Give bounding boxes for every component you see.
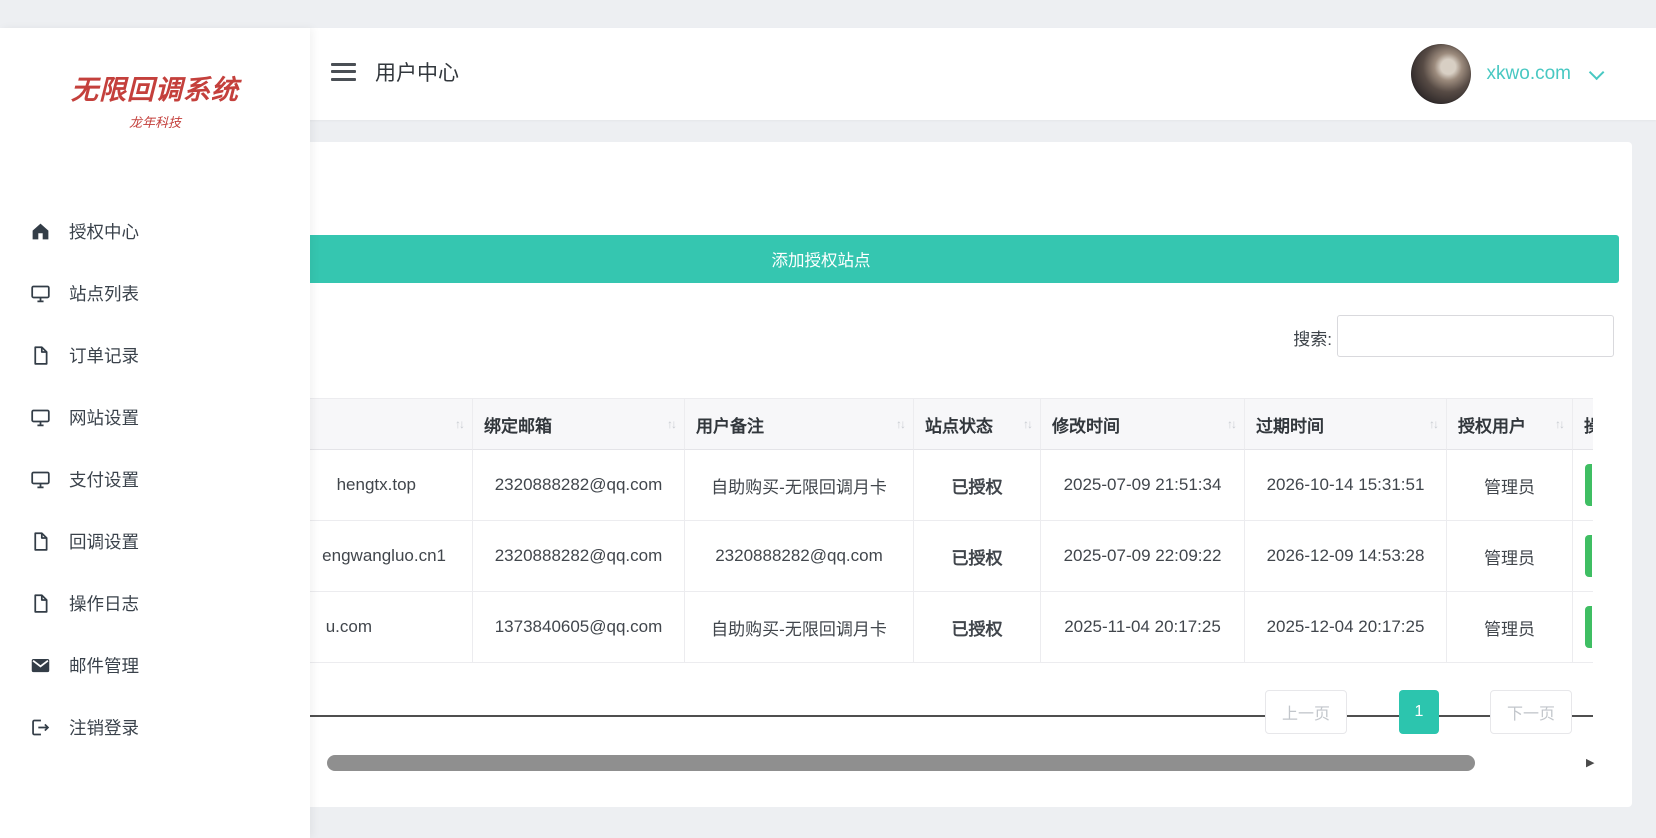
page-title: 用户中心 (375, 60, 459, 88)
file-icon (30, 531, 51, 552)
monitor-icon (30, 283, 51, 304)
cell-expire-time: 2025-12-04 20:17:25 (1245, 592, 1447, 663)
mail-icon (30, 655, 51, 676)
cell-expire-time: 2026-10-14 15:31:51 (1245, 450, 1447, 521)
sidebar-item-callback-settings[interactable]: 回调设置 (0, 510, 310, 572)
column-header-modified[interactable]: 修改时间 ↑↓ (1041, 399, 1245, 450)
status-badge: 已授权 (914, 592, 1041, 663)
sidebar-item-operation-log[interactable]: 操作日志 (0, 572, 310, 634)
prev-page-button[interactable]: 上一页 (1265, 690, 1347, 734)
sort-icon[interactable]: ↑↓ (667, 417, 675, 431)
chevron-down-icon (1589, 64, 1605, 80)
brand-subtitle: 龙年科技 (0, 112, 310, 131)
status-badge: 已授权 (914, 450, 1041, 521)
action-button-clipped[interactable] (1585, 606, 1592, 648)
status-badge: 已授权 (914, 521, 1041, 592)
cell-action (1573, 521, 1593, 592)
sidebar-item-mail-management[interactable]: 邮件管理 (0, 634, 310, 696)
hamburger-menu-icon[interactable] (331, 61, 357, 87)
cell-email: 2320888282@qq.com (473, 450, 685, 521)
cell-modified-time: 2025-11-04 20:17:25 (1041, 592, 1245, 663)
search-label: 搜索: (1222, 325, 1332, 350)
cell-note: 2320888282@qq.com (685, 521, 914, 592)
sidebar-item-order-log[interactable]: 订单记录 (0, 324, 310, 386)
scrollbar-right-arrow-icon[interactable]: ▶ (1586, 755, 1594, 771)
sort-icon[interactable]: ↑↓ (1429, 417, 1437, 431)
cell-auth-user: 管理员 (1447, 521, 1573, 592)
sort-icon[interactable]: ↑↓ (1227, 417, 1235, 431)
sidebar: 无限回调系统 龙年科技 授权中心 站点列表 订单记录 网站设置 (0, 28, 310, 838)
sidebar-item-logout[interactable]: 注销登录 (0, 696, 310, 758)
column-header-user[interactable]: 授权用户 ↑↓ (1447, 399, 1573, 450)
cell-modified-time: 2025-07-09 22:09:22 (1041, 521, 1245, 592)
cell-email: 2320888282@qq.com (473, 521, 685, 592)
cell-expire-time: 2026-12-09 14:53:28 (1245, 521, 1447, 592)
sidebar-menu: 授权中心 站点列表 订单记录 网站设置 支付设置 回调设置 (0, 200, 310, 758)
cell-note: 自助购买-无限回调月卡 (685, 592, 914, 663)
column-header-expire[interactable]: 过期时间 ↑↓ (1245, 399, 1447, 450)
home-icon (30, 221, 51, 242)
account-menu[interactable]: xkwo.com (1405, 40, 1606, 108)
brand-title: 无限回调系统 (0, 68, 310, 107)
file-icon (30, 345, 51, 366)
sidebar-item-auth-center[interactable]: 授权中心 (0, 200, 310, 262)
sidebar-item-site-list[interactable]: 站点列表 (0, 262, 310, 324)
sort-icon[interactable]: ↑↓ (1555, 417, 1563, 431)
account-name: xkwo.com (1487, 63, 1571, 85)
next-page-button[interactable]: 下一页 (1490, 690, 1572, 734)
cell-auth-user: 管理员 (1447, 450, 1573, 521)
search-input[interactable] (1337, 315, 1614, 357)
avatar[interactable] (1411, 44, 1471, 104)
cell-note: 自助购买-无限回调月卡 (685, 450, 914, 521)
column-header-email[interactable]: 绑定邮箱 ↑↓ (473, 399, 685, 450)
column-header-note[interactable]: 用户备注 ↑↓ (685, 399, 914, 450)
sort-icon[interactable]: ↑↓ (455, 417, 463, 431)
scrollbar-thumb[interactable] (327, 755, 1475, 771)
monitor-icon (30, 469, 51, 490)
file-icon (30, 593, 51, 614)
cell-auth-user: 管理员 (1447, 592, 1573, 663)
action-button-clipped[interactable] (1585, 464, 1592, 506)
column-header-status[interactable]: 站点状态 ↑↓ (914, 399, 1041, 450)
sort-icon[interactable]: ↑↓ (1023, 417, 1031, 431)
cell-action (1573, 450, 1593, 521)
current-page-button[interactable]: 1 (1399, 690, 1439, 734)
cell-action (1573, 592, 1593, 663)
cell-email: 1373840605@qq.com (473, 592, 685, 663)
sidebar-item-website-settings[interactable]: 网站设置 (0, 386, 310, 448)
brand-logo: 无限回调系统 龙年科技 (0, 68, 310, 131)
action-button-clipped[interactable] (1585, 535, 1592, 577)
sidebar-item-payment-settings[interactable]: 支付设置 (0, 448, 310, 510)
logout-icon (30, 717, 51, 738)
sort-icon[interactable]: ↑↓ (896, 417, 904, 431)
monitor-icon (30, 407, 51, 428)
cell-modified-time: 2025-07-09 21:51:34 (1041, 450, 1245, 521)
app-root: 添加授权站点 搜索: ↑↓ 绑定邮箱 ↑↓ 用户备注 ↑↓ 站点状态 (0, 0, 1656, 838)
column-header-action[interactable]: 操作 (1573, 399, 1593, 450)
